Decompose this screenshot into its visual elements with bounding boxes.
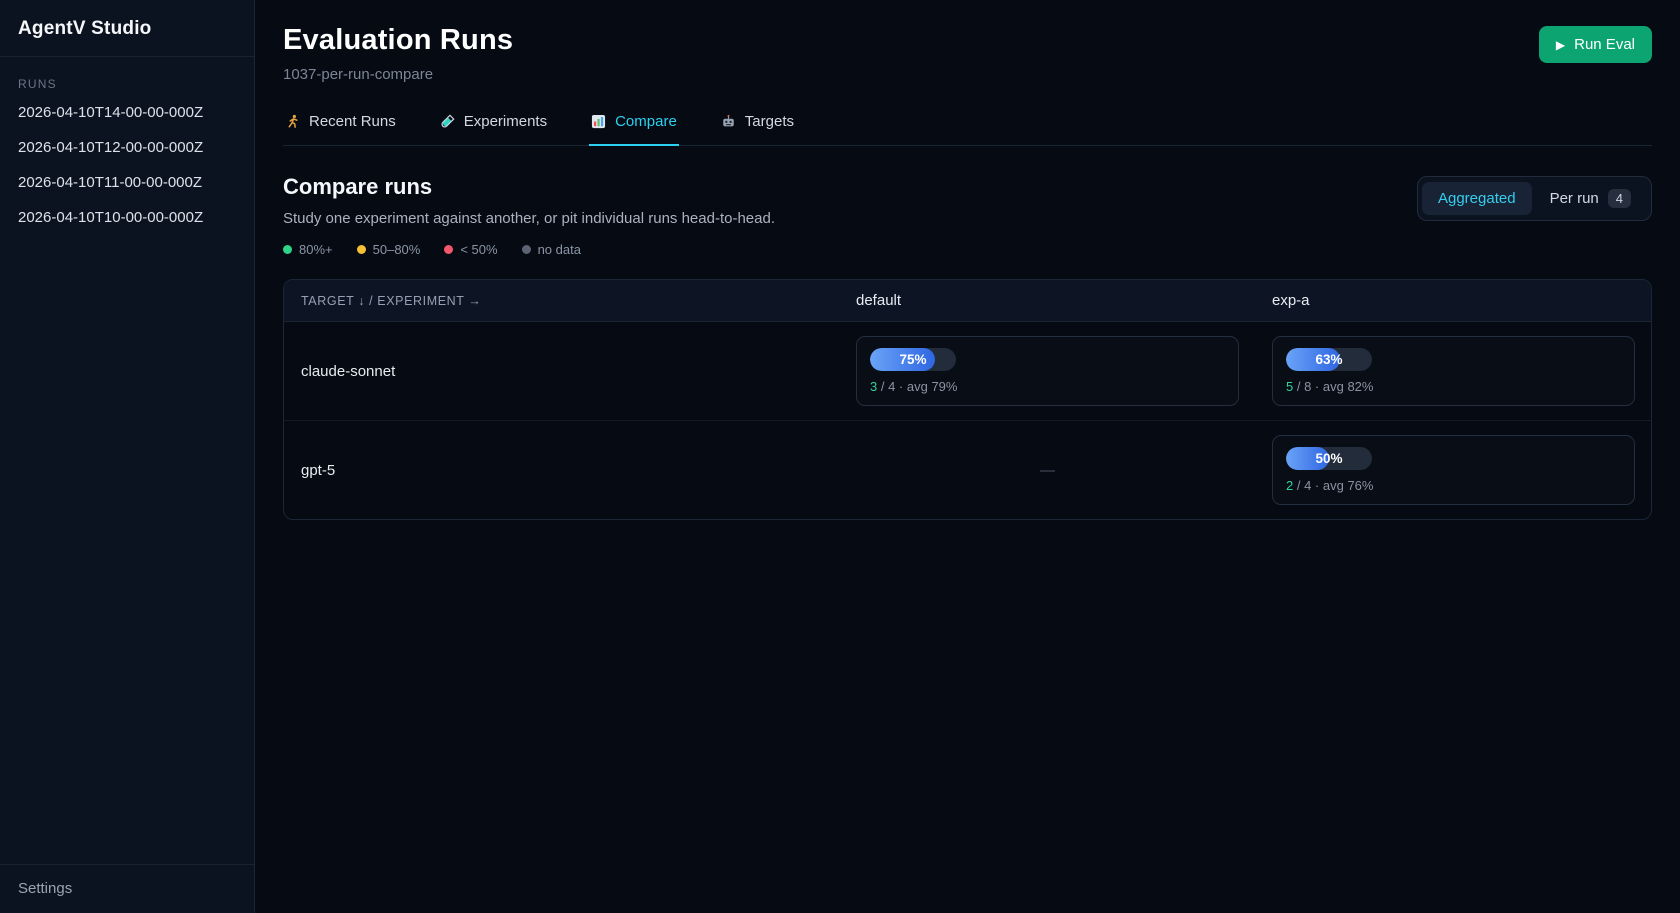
page-header-text: Evaluation Runs 1037-per-run-compare [283, 24, 513, 83]
toggle-aggregated[interactable]: Aggregated [1422, 182, 1532, 215]
tab-targets[interactable]: Targets [719, 107, 796, 145]
settings-link[interactable]: Settings [18, 880, 72, 897]
score-pill: 63% [1286, 348, 1372, 371]
table-header-row: TARGET ↓ / EXPERIMENT → default exp-a [284, 280, 1651, 322]
sidebar-item-run[interactable]: 2026-04-10T10-00-00-000Z [0, 200, 254, 235]
legend-label: no data [538, 242, 581, 257]
column-header-exp-a: exp-a [1272, 292, 1651, 309]
toggle-aggregated-label: Aggregated [1438, 190, 1516, 207]
run-eval-button[interactable]: ▶ Run Eval [1539, 26, 1652, 63]
tab-label: Recent Runs [309, 113, 396, 130]
runs-section-label: RUNS [18, 77, 236, 91]
separator: · [1311, 478, 1323, 493]
main-content: Evaluation Runs 1037-per-run-compare ▶ R… [255, 0, 1680, 913]
legend-label: 50–80% [373, 242, 421, 257]
tab-experiments[interactable]: Experiments [438, 107, 549, 145]
compare-table: TARGET ↓ / EXPERIMENT → default exp-a cl… [283, 279, 1652, 520]
sidebar-item-run[interactable]: 2026-04-10T12-00-00-000Z [0, 130, 254, 165]
legend-item-mid: 50–80% [357, 242, 421, 257]
separator: · [895, 379, 907, 394]
compare-description: Study one experiment against another, or… [283, 210, 775, 227]
cell-claude-sonnet-default[interactable]: 75% 3 / 4 · avg 79% [856, 336, 1272, 406]
view-mode-toggle: Aggregated Per run 4 [1417, 176, 1652, 221]
robot-icon [721, 114, 736, 129]
pill-percent-label: 50% [1286, 447, 1372, 470]
legend-item-high: 80%+ [283, 242, 333, 257]
score-card: 63% 5 / 8 · avg 82% [1272, 336, 1635, 406]
avg-score: avg 76% [1323, 478, 1374, 493]
compare-title: Compare runs [283, 174, 775, 200]
compare-header: Compare runs Study one experiment agains… [283, 174, 1652, 257]
test-tube-icon [440, 114, 455, 129]
legend-item-nodata: no data [522, 242, 581, 257]
avg-score: avg 79% [907, 379, 958, 394]
cell-gpt-5-exp-a[interactable]: 50% 2 / 4 · avg 76% [1272, 435, 1651, 505]
yellow-dot-icon [357, 245, 366, 254]
score-stats: 5 / 8 · avg 82% [1286, 379, 1621, 394]
no-data-dash: — [856, 462, 1239, 479]
score-stats: 2 / 4 · avg 76% [1286, 478, 1621, 493]
score-card: 75% 3 / 4 · avg 79% [856, 336, 1239, 406]
tab-label: Targets [745, 113, 794, 130]
page-subtitle: 1037-per-run-compare [283, 66, 513, 83]
red-dot-icon [444, 245, 453, 254]
tab-label: Compare [615, 113, 677, 130]
tab-bar: Recent Runs Experiments [283, 107, 1652, 146]
toggle-per-run[interactable]: Per run 4 [1534, 181, 1647, 216]
separator: · [1311, 379, 1323, 394]
green-dot-icon [283, 245, 292, 254]
legend-label: 80%+ [299, 242, 333, 257]
separator: / [1293, 478, 1304, 493]
tab-recent-runs[interactable]: Recent Runs [283, 107, 398, 145]
play-icon: ▶ [1556, 39, 1565, 51]
gray-dot-icon [522, 245, 531, 254]
runner-icon [285, 114, 300, 129]
target-label: gpt-5 [284, 462, 856, 479]
run-eval-label: Run Eval [1574, 36, 1635, 53]
tab-label: Experiments [464, 113, 547, 130]
table-row: claude-sonnet 75% 3 / 4 · avg 79% [284, 322, 1651, 421]
tab-compare[interactable]: Compare [589, 107, 679, 145]
score-pill: 50% [1286, 447, 1372, 470]
sidebar: AgentV Studio RUNS 2026-04-10T14-00-00-0… [0, 0, 255, 913]
page-title: Evaluation Runs [283, 24, 513, 57]
page-header: Evaluation Runs 1037-per-run-compare ▶ R… [283, 24, 1652, 83]
separator: / [877, 379, 888, 394]
target-label: claude-sonnet [284, 363, 856, 380]
corner-header: TARGET ↓ / EXPERIMENT → [284, 294, 856, 308]
sidebar-footer: Settings [0, 864, 254, 913]
runs-list: 2026-04-10T14-00-00-000Z 2026-04-10T12-0… [0, 95, 254, 235]
cell-gpt-5-default: — [856, 462, 1272, 479]
sidebar-item-run[interactable]: 2026-04-10T11-00-00-000Z [0, 165, 254, 200]
table-row: gpt-5 — 50% 2 / 4 · avg 76% [284, 421, 1651, 519]
score-stats: 3 / 4 · avg 79% [870, 379, 1225, 394]
avg-score: avg 82% [1323, 379, 1374, 394]
pill-percent-label: 75% [870, 348, 956, 371]
app-title: AgentV Studio [0, 0, 254, 57]
score-pill: 75% [870, 348, 956, 371]
column-header-default: default [856, 292, 1272, 309]
sidebar-item-run[interactable]: 2026-04-10T14-00-00-000Z [0, 95, 254, 130]
score-legend: 80%+ 50–80% < 50% no data [283, 242, 775, 257]
pill-percent-label: 63% [1286, 348, 1372, 371]
legend-item-low: < 50% [444, 242, 497, 257]
cell-claude-sonnet-exp-a[interactable]: 63% 5 / 8 · avg 82% [1272, 336, 1651, 406]
per-run-count-badge: 4 [1608, 189, 1631, 208]
app-root: AgentV Studio RUNS 2026-04-10T14-00-00-0… [0, 0, 1680, 913]
score-card: 50% 2 / 4 · avg 76% [1272, 435, 1635, 505]
legend-label: < 50% [460, 242, 497, 257]
separator: / [1293, 379, 1304, 394]
compare-header-text: Compare runs Study one experiment agains… [283, 174, 775, 257]
bar-chart-icon [591, 114, 606, 129]
toggle-per-run-label: Per run [1550, 190, 1599, 207]
